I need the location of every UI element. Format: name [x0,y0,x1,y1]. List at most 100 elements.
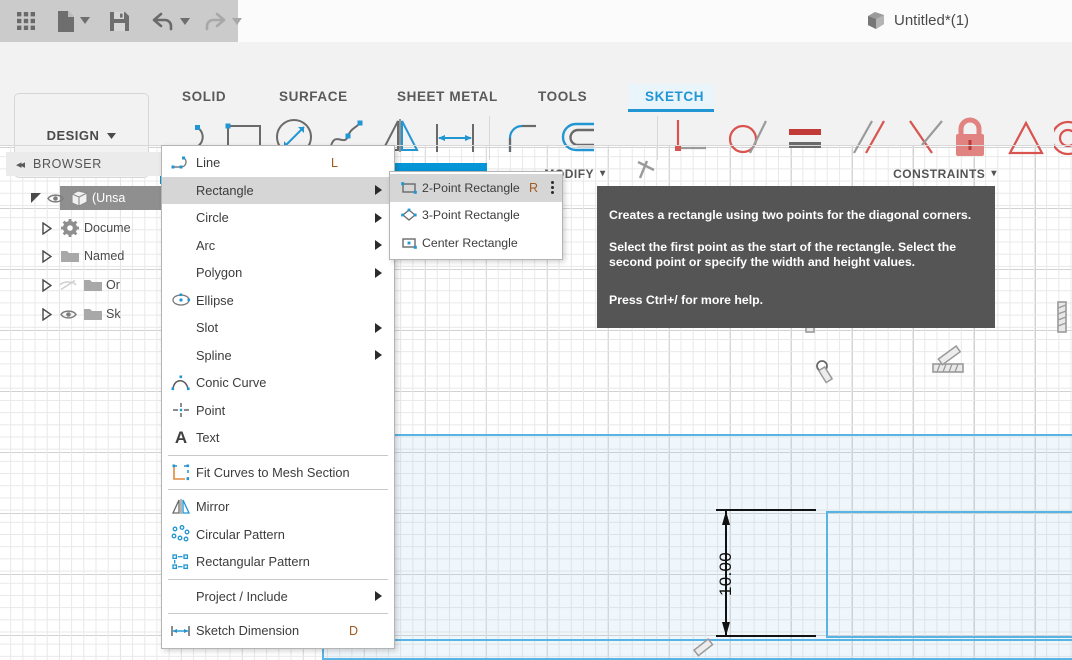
redo-dropdown-icon[interactable] [232,17,242,25]
browser-header[interactable]: ◂◂ BROWSER [6,152,166,176]
dimension-value-label[interactable]: 10.00 [716,552,736,596]
submenu-item-2-point-rectangle[interactable]: 2-Point Rectangle R [390,174,562,202]
menu-divider-1 [168,454,388,456]
menu-item-ellipse[interactable]: Ellipse [162,287,394,315]
tangent-constraint-icon[interactable] [726,115,770,166]
browser-item-label: Sk [106,307,121,321]
browser-item-label: Or [106,278,120,292]
menu-item-label: Polygon [196,265,243,281]
sketch-line-inner-top[interactable] [826,511,1072,513]
new-file-dropdown-icon[interactable] [80,16,90,24]
fix-unfix-constraint-icon[interactable] [946,115,994,166]
tab-sheet-metal[interactable]: SHEET METAL [397,89,498,104]
menu-item-label: Point [196,402,226,418]
menu-item-shortcut: L [331,155,338,170]
menu-item-label: Circular Pattern [196,526,285,542]
expander-closed-icon[interactable] [38,278,56,292]
rectangular-pattern-icon [170,552,192,572]
browser-title: BROWSER [33,157,102,171]
expander-closed-icon[interactable] [38,249,56,263]
sketch-line-top[interactable] [322,434,1072,436]
equal-constraint-icon[interactable] [786,121,830,160]
fillet-tool-icon[interactable] [502,118,546,163]
chevron-right-icon [375,240,382,251]
tab-tools[interactable]: TOOLS [538,89,587,104]
menu-item-rectangle[interactable]: Rectangle [162,176,394,204]
fix-constraint-marker[interactable] [692,638,718,660]
panel-constraints-label: CONSTRAINTS [893,166,986,181]
submenu-item-center-rectangle[interactable]: Center Rectangle [390,229,562,257]
coincident-constraint-marker[interactable] [812,359,838,389]
document-tab[interactable]: Untitled*(1) [866,11,969,30]
app-grid-icon[interactable] [16,11,36,31]
offset-tool-icon[interactable] [556,118,604,163]
menu-item-project-include[interactable]: Project / Include [162,583,394,611]
panel-constraints-caret: ▾ [991,168,997,179]
dimension-arrow-up [722,511,730,525]
expander-closed-icon[interactable] [38,221,56,235]
menu-item-text[interactable]: A Text [162,424,394,452]
menu-item-label: Rectangular Pattern [196,554,310,570]
submenu-item-label: 3-Point Rectangle [422,208,520,223]
menu-item-conic-curve[interactable]: Conic Curve [162,369,394,397]
menu-item-line[interactable]: Line L [162,149,394,177]
menu-item-polygon[interactable]: Polygon [162,259,394,287]
panel-constraints[interactable]: CONSTRAINTS ▾ [860,163,1030,184]
folder-icon [80,306,106,322]
menu-item-sketch-dimension[interactable]: Sketch Dimension D [162,617,394,645]
chevron-right-icon [375,322,382,333]
overflow-menu-icon[interactable] [551,181,554,195]
coincident-constraint-icon[interactable] [666,115,710,166]
save-icon[interactable] [108,10,130,32]
perpendicular-constraint-icon[interactable] [904,115,948,166]
create-menu[interactable]: Line L Rectangle Circle Arc Polygon Elli… [161,145,395,649]
sketch-line-inner-bottom[interactable] [826,636,1072,638]
undo-icon[interactable] [152,11,174,31]
visibility-eye-icon[interactable] [44,193,66,204]
menu-item-circle[interactable]: Circle [162,204,394,232]
browser-item-label: (Unsa [92,191,126,205]
redo-icon[interactable] [204,11,226,31]
sketch-dimension-tool-icon[interactable] [432,118,482,163]
menu-item-slot[interactable]: Slot [162,314,394,342]
submenu-item-3-point-rectangle[interactable]: 3-Point Rectangle [390,202,562,230]
menu-item-fit-curves-to-mesh-section[interactable]: Fit Curves to Mesh Section [162,459,394,487]
rectangle-submenu[interactable]: 2-Point Rectangle R 3-Point Rectangle Ce… [389,171,563,260]
component-cube-icon [868,12,884,29]
visibility-eye-icon[interactable] [56,309,80,320]
text-icon: A [174,428,188,448]
line-icon [170,153,192,173]
expander-open-icon[interactable] [28,192,44,204]
browser-collapse-icon[interactable]: ◂◂ [16,158,25,171]
new-file-icon[interactable] [56,9,76,33]
chevron-down-icon [107,132,117,139]
tooltip-panel: Creates a rectangle using two points for… [597,186,995,328]
chevron-right-icon [375,212,382,223]
parallel-constraint-marker[interactable] [936,342,966,368]
chevron-right-icon [375,267,382,278]
tab-solid[interactable]: SOLID [182,89,226,104]
undo-dropdown-icon[interactable] [180,17,190,25]
expander-closed-icon[interactable] [38,307,56,321]
sketch-dimension-icon [170,621,192,641]
sketch-line-inner-left[interactable] [826,511,828,638]
tab-sketch[interactable]: SKETCH [645,89,704,104]
menu-item-circular-pattern[interactable]: Circular Pattern [162,521,394,549]
top-bar: Untitled*(1) [0,0,1072,42]
menu-divider-4 [168,613,388,614]
menu-item-arc[interactable]: Arc [162,232,394,260]
menu-item-point[interactable]: Point [162,397,394,425]
menu-item-rectangular-pattern[interactable]: Rectangular Pattern [162,548,394,576]
circular-pattern-icon [170,524,192,544]
symmetry-constraint-icon[interactable] [1004,115,1048,166]
menu-item-spline[interactable]: Spline [162,342,394,370]
tab-surface[interactable]: SURFACE [279,89,348,104]
ellipse-icon [170,290,192,310]
vertical-constraint-marker-2[interactable] [1055,301,1069,333]
visibility-off-eye-icon[interactable] [56,279,80,291]
menu-item-label: Mirror [196,499,230,515]
two-point-rectangle-icon [398,178,420,198]
parallel-constraint-icon[interactable] [846,115,890,166]
menu-item-mirror[interactable]: Mirror [162,493,394,521]
concentric-constraint-icon[interactable] [1050,115,1072,166]
